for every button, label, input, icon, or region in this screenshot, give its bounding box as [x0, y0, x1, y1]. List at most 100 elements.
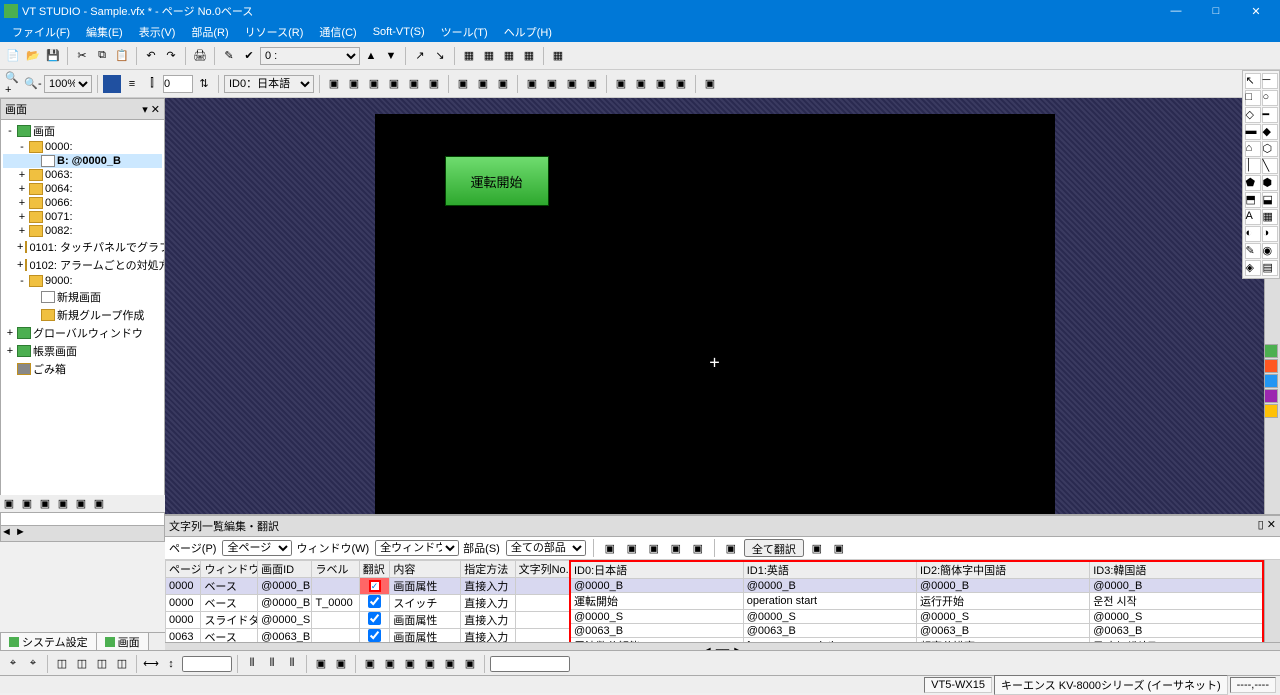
- tab-btn-e[interactable]: ▣: [72, 495, 90, 513]
- btn-c[interactable]: ▦: [500, 47, 518, 65]
- draw-tool-icon[interactable]: ⬢: [1262, 175, 1278, 191]
- canvas[interactable]: 運転開始 +: [375, 114, 1055, 526]
- t2-q[interactable]: ▣: [672, 75, 690, 93]
- minimize-button[interactable]: —: [1156, 0, 1196, 22]
- tree-node[interactable]: +0071:: [3, 210, 162, 224]
- stepper-icon[interactable]: ⇅: [195, 75, 213, 93]
- t3-i[interactable]: ⫴: [243, 655, 261, 673]
- open-icon[interactable]: 📂: [24, 47, 42, 65]
- t3-input-a[interactable]: [182, 656, 232, 672]
- side-tab-b[interactable]: [1264, 359, 1278, 373]
- t3-e[interactable]: ◫: [93, 655, 111, 673]
- t2-m[interactable]: ▣: [583, 75, 601, 93]
- t3-m[interactable]: ▣: [332, 655, 350, 673]
- t2-r[interactable]: ▣: [701, 75, 719, 93]
- t3-b[interactable]: ⌖: [24, 655, 42, 673]
- language-select[interactable]: ID0：日本語: [224, 75, 314, 93]
- bp-b[interactable]: ▣: [623, 539, 641, 557]
- bp-g[interactable]: ▣: [808, 539, 826, 557]
- parts-filter[interactable]: 全ての部品: [506, 540, 586, 556]
- t2-e[interactable]: ▣: [405, 75, 423, 93]
- enter-icon[interactable]: ↘: [431, 47, 449, 65]
- tree-node[interactable]: ごみ箱: [3, 360, 162, 378]
- string-panel-close-icon[interactable]: ▯ ✕: [1258, 518, 1276, 534]
- exit-icon[interactable]: ↗: [411, 47, 429, 65]
- undo-icon[interactable]: ↶: [142, 47, 160, 65]
- draw-tool-icon[interactable]: ⌂: [1245, 141, 1261, 157]
- tree-hscroll[interactable]: ◄ ►: [1, 525, 164, 541]
- t3-o[interactable]: ▣: [381, 655, 399, 673]
- t2-h[interactable]: ▣: [474, 75, 492, 93]
- close-button[interactable]: ✕: [1236, 0, 1276, 22]
- string-table-right[interactable]: ID0:日本語ID1:英語ID2:簡体字中国語ID3:韓国語@0000_B@00…: [569, 560, 1264, 642]
- copy-icon[interactable]: ⧉: [93, 47, 111, 65]
- draw-tool-icon[interactable]: A: [1245, 209, 1261, 225]
- check-icon[interactable]: ✔: [240, 47, 258, 65]
- redo-icon[interactable]: ↷: [162, 47, 180, 65]
- draw-tool-icon[interactable]: □: [1245, 90, 1261, 106]
- edit-icon[interactable]: ✎: [220, 47, 238, 65]
- draw-tool-icon[interactable]: ▦: [1262, 209, 1278, 225]
- tree-node[interactable]: 新規画面: [3, 288, 162, 306]
- draw-tool-icon[interactable]: ◈: [1245, 260, 1261, 276]
- tab-btn-a[interactable]: ▣: [0, 495, 18, 513]
- t2-f[interactable]: ▣: [425, 75, 443, 93]
- tree-node[interactable]: +0064:: [3, 182, 162, 196]
- draw-tool-icon[interactable]: ╲: [1262, 158, 1278, 174]
- draw-tool-icon[interactable]: ─: [1262, 73, 1278, 89]
- color-swatch[interactable]: [103, 75, 121, 93]
- tree-node[interactable]: -0000:: [3, 140, 162, 154]
- window-filter[interactable]: 全ウィンドウ: [375, 540, 459, 556]
- new-icon[interactable]: 📄: [4, 47, 22, 65]
- t3-s[interactable]: ▣: [461, 655, 479, 673]
- t3-g[interactable]: ⟷: [142, 655, 160, 673]
- side-tab-c[interactable]: [1264, 374, 1278, 388]
- draw-tool-icon[interactable]: ◆: [1262, 124, 1278, 140]
- draw-tool-icon[interactable]: ▬: [1245, 124, 1261, 140]
- t3-n[interactable]: ▣: [361, 655, 379, 673]
- btn-b[interactable]: ▦: [480, 47, 498, 65]
- menu-item[interactable]: 部品(R): [183, 22, 236, 42]
- draw-tool-icon[interactable]: │: [1245, 158, 1261, 174]
- zoom-in-icon[interactable]: 🔍+: [4, 75, 22, 93]
- tree-node[interactable]: -画面: [3, 122, 162, 140]
- page-filter[interactable]: 全ページ: [222, 540, 292, 556]
- btn-d[interactable]: ▦: [520, 47, 538, 65]
- bp-d[interactable]: ▣: [667, 539, 685, 557]
- t2-j[interactable]: ▣: [523, 75, 541, 93]
- tree-node[interactable]: 新規グループ作成: [3, 306, 162, 324]
- draw-tool-icon[interactable]: ⬟: [1245, 175, 1261, 191]
- t3-a[interactable]: ⌖: [4, 655, 22, 673]
- btn-a[interactable]: ▦: [460, 47, 478, 65]
- t2-n[interactable]: ▣: [612, 75, 630, 93]
- canvas-viewport[interactable]: 運転開始 +: [165, 98, 1264, 526]
- bp-a[interactable]: ▣: [601, 539, 619, 557]
- t2-b[interactable]: ▣: [345, 75, 363, 93]
- maximize-button[interactable]: □: [1196, 0, 1236, 22]
- side-tab-a[interactable]: [1264, 344, 1278, 358]
- t2-a[interactable]: ▣: [325, 75, 343, 93]
- tab-system-settings[interactable]: システム設定: [0, 632, 97, 652]
- bp-h[interactable]: ▣: [830, 539, 848, 557]
- zoom-out-icon[interactable]: 🔍-: [24, 75, 42, 93]
- menu-item[interactable]: 編集(E): [78, 22, 131, 42]
- t2-c[interactable]: ▣: [365, 75, 383, 93]
- draw-tool-icon[interactable]: ◇: [1245, 107, 1261, 123]
- t3-k[interactable]: ⫴: [283, 655, 301, 673]
- align-v-icon[interactable]: ⫿: [143, 75, 161, 93]
- draw-tool-icon[interactable]: ↖: [1245, 73, 1261, 89]
- t3-l[interactable]: ▣: [312, 655, 330, 673]
- t3-r[interactable]: ▣: [441, 655, 459, 673]
- tab-screen[interactable]: 画面: [96, 632, 149, 652]
- save-icon[interactable]: 💾: [44, 47, 62, 65]
- tree-node[interactable]: +0063:: [3, 168, 162, 182]
- t2-k[interactable]: ▣: [543, 75, 561, 93]
- menu-item[interactable]: ファイル(F): [4, 22, 78, 42]
- draw-tool-icon[interactable]: ━: [1262, 107, 1278, 123]
- draw-tool-icon[interactable]: ✎: [1245, 243, 1261, 259]
- page-dropdown[interactable]: 0 :: [260, 47, 360, 65]
- draw-tool-icon[interactable]: ◑: [1262, 226, 1278, 242]
- cut-icon[interactable]: ✂: [73, 47, 91, 65]
- t2-g[interactable]: ▣: [454, 75, 472, 93]
- tree-node[interactable]: -9000:: [3, 274, 162, 288]
